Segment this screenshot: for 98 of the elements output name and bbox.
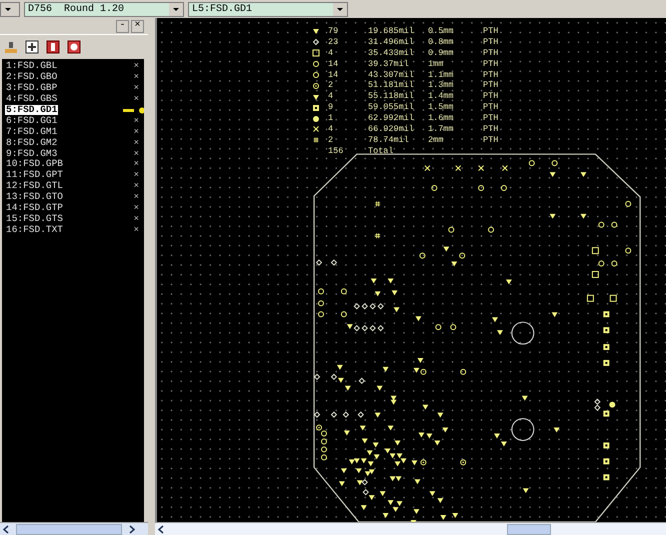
- triangle-symbol-icon: [312, 27, 320, 36]
- plating-type: PTH: [483, 92, 500, 102]
- layer-item[interactable]: 9:FSD.GM3: [5, 148, 58, 159]
- layer-item[interactable]: 7:FSD.GM1: [5, 126, 58, 137]
- hole-count: 4: [328, 92, 334, 102]
- diameter-mm: 0.9mm: [428, 48, 455, 58]
- diameter-mil: 39.37mil: [368, 60, 410, 69]
- diameter-mm: 1.7mm: [428, 124, 455, 134]
- triangle-symbol-icon: [312, 92, 320, 101]
- plating-type: PTH: [483, 81, 500, 90]
- diameter-mm: 1.3mm: [428, 81, 455, 90]
- layer-item[interactable]: 14:FSD.GTP: [5, 203, 64, 214]
- diameter-mil: 55.118mil: [368, 92, 415, 102]
- layer-item[interactable]: 11:FSD.GPT: [5, 170, 64, 180]
- remove-layer-button[interactable]: ×: [134, 224, 139, 235]
- total-label: Total: [368, 146, 395, 156]
- minimize-button[interactable]: -: [116, 20, 129, 32]
- hole-count: 9: [328, 103, 334, 112]
- hole-count: 4: [328, 48, 334, 58]
- diameter-mm: 1.1mm: [428, 70, 455, 80]
- diameter-mil: 35.433mil: [368, 48, 415, 58]
- plating-type: PTH: [483, 60, 500, 69]
- diameter-mil: 66.929mil: [368, 124, 415, 134]
- remove-layer-button[interactable]: ×: [134, 192, 139, 202]
- remove-layer-button[interactable]: ×: [134, 72, 139, 82]
- target-symbol-icon: [312, 82, 320, 90]
- layer-item[interactable]: 12:FSD.GTL: [5, 181, 64, 192]
- layer-item[interactable]: 13:FSD.GTO: [5, 192, 64, 202]
- diamond-symbol-icon: [312, 38, 320, 46]
- layer-item[interactable]: 16:FSD.TXT: [5, 224, 64, 235]
- remove-layer-button[interactable]: ×: [134, 159, 139, 170]
- plating-type: PTH: [483, 70, 500, 80]
- remove-layer-button[interactable]: ×: [134, 203, 139, 214]
- diameter-mil: 31.496mil: [368, 38, 415, 47]
- hole-count: 14: [328, 60, 340, 69]
- remove-layer-button[interactable]: ×: [134, 61, 139, 72]
- dropdown[interactable]: D756 Round 1.20: [24, 2, 184, 16]
- plating-type: PTH: [483, 136, 500, 145]
- filled-square-symbol-icon: [312, 104, 320, 112]
- plating-type: PTH: [483, 124, 500, 134]
- remove-layer-button[interactable]: ×: [134, 126, 139, 137]
- layer-item[interactable]: 1:FSD.GBL: [5, 61, 58, 72]
- layer-item[interactable]: 4:FSD.GBS: [5, 94, 58, 104]
- remove-layer-button[interactable]: ×: [134, 214, 139, 224]
- remove-layer-button[interactable]: ×: [134, 148, 139, 159]
- diameter-mm: 2mm: [428, 136, 444, 145]
- scroll-thumb[interactable]: [16, 524, 122, 534]
- diameter-mil: 78.74mil: [368, 136, 410, 145]
- plating-type: PTH: [483, 26, 500, 36]
- diameter-mil: 59.055mil: [368, 103, 415, 112]
- total-count: 156: [328, 146, 344, 156]
- hole-count: 4: [328, 124, 334, 134]
- layer-info-icon[interactable]: [46, 40, 60, 54]
- selection-marker-icon: [122, 106, 144, 114]
- layer-item[interactable]: 6:FSD.GG1: [5, 116, 58, 126]
- plating-type: PTH: [483, 103, 500, 112]
- hole-count: 1: [328, 114, 334, 124]
- close-button[interactable]: ×: [131, 20, 144, 32]
- delete-layer-icon[interactable]: [67, 40, 81, 54]
- hole-count: 23: [328, 38, 340, 47]
- dropdown[interactable]: L5:FSD.GD1: [188, 2, 348, 16]
- remove-layer-button[interactable]: ×: [134, 94, 139, 104]
- horizontal-scrollbar[interactable]: [0, 522, 148, 535]
- diameter-mm: 1.4mm: [428, 92, 455, 102]
- hole-count: 79: [328, 26, 340, 36]
- hash-symbol-icon: [312, 136, 320, 144]
- hole-count: 2: [328, 81, 334, 90]
- hole-count: 14: [328, 70, 340, 80]
- layer-item[interactable]: 5:FSD.GD1: [5, 105, 58, 115]
- horizontal-scrollbar[interactable]: [155, 522, 666, 535]
- diameter-mm: 0.5mm: [428, 26, 455, 36]
- remove-layer-button[interactable]: ×: [134, 83, 139, 94]
- cross-symbol-icon: [312, 125, 320, 134]
- diameter-mil: 62.992mil: [368, 114, 415, 124]
- remove-layer-button[interactable]: ×: [134, 181, 139, 192]
- scroll-thumb[interactable]: [507, 524, 551, 534]
- hole-count: 2: [328, 136, 334, 145]
- diameter-mil: 19.685mil: [368, 26, 415, 36]
- square-symbol-icon: [312, 49, 320, 58]
- layer-item[interactable]: 8:FSD.GM2: [5, 138, 58, 148]
- plating-type: PTH: [483, 48, 500, 58]
- remove-layer-button[interactable]: ×: [134, 138, 139, 148]
- diameter-mm: 1.6mm: [428, 114, 455, 124]
- plating-type: PTH: [483, 38, 500, 47]
- diameter-mm: 0.8mm: [428, 38, 455, 47]
- diameter-mm: 1mm: [428, 60, 444, 69]
- diameter-mil: 51.181mil: [368, 81, 415, 90]
- diameter-mm: 1.5mm: [428, 103, 455, 112]
- plating-type: PTH: [483, 114, 500, 124]
- layer-item[interactable]: 3:FSD.GBP: [5, 83, 58, 94]
- layer-item[interactable]: 2:FSD.GBO: [5, 72, 58, 82]
- layer-item[interactable]: 10:FSD.GPB: [5, 159, 64, 170]
- add-layer-icon[interactable]: [25, 40, 39, 54]
- diameter-mil: 43.307mil: [368, 70, 415, 80]
- remove-layer-button[interactable]: ×: [134, 170, 139, 180]
- filled-circle-symbol-icon: [312, 114, 320, 123]
- remove-layer-button[interactable]: ×: [134, 116, 139, 126]
- layer-item[interactable]: 15:FSD.GTS: [5, 214, 64, 224]
